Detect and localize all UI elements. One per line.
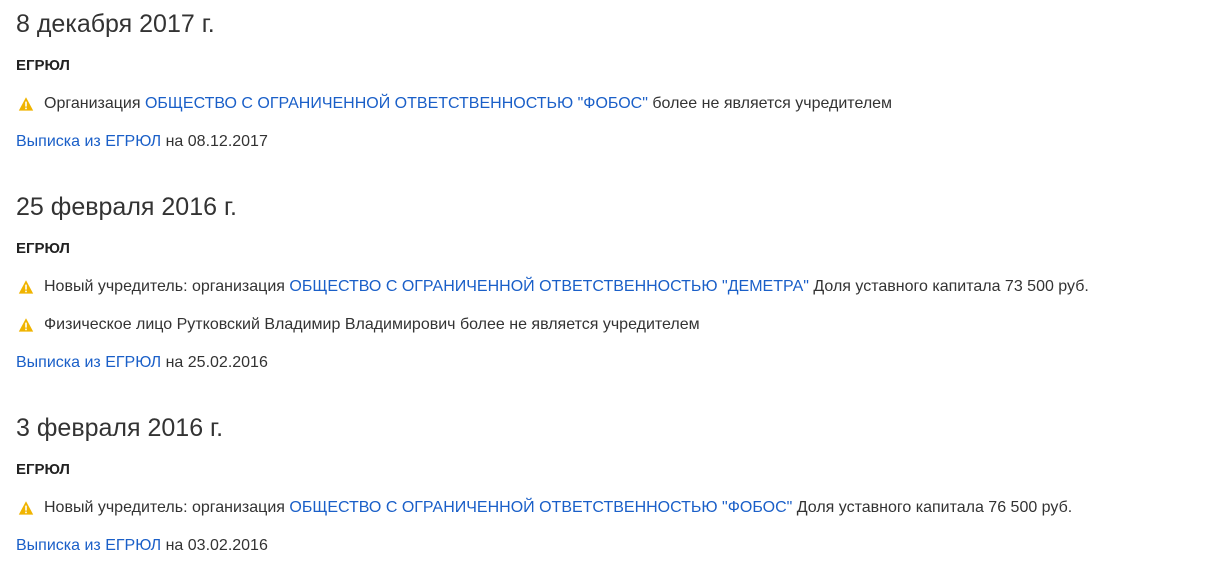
extract-line: Выписка из ЕГРЮЛ на 08.12.2017 [16,131,1206,153]
organization-link[interactable]: ОБЩЕСТВО С ОГРАНИЧЕННОЙ ОТВЕТСТВЕННОСТЬЮ… [289,497,792,519]
event-item: Физическое лицо Рутковский Владимир Влад… [16,314,1206,336]
extract-link[interactable]: Выписка из ЕГРЮЛ [16,354,161,371]
source-label: ЕГРЮЛ [16,240,70,257]
source-label: ЕГРЮЛ [16,57,70,74]
extract-line: Выписка из ЕГРЮЛ на 25.02.2016 [16,352,1206,374]
organization-link[interactable]: ОБЩЕСТВО С ОГРАНИЧЕННОЙ ОТВЕТСТВЕННОСТЬЮ… [289,276,809,298]
warning-icon [18,279,34,295]
event-suffix: более не является учредителем [652,95,893,112]
date-heading: 3 февраля 2016 г. [16,414,224,442]
organization-link[interactable]: ОБЩЕСТВО С ОГРАНИЧЕННОЙ ОТВЕТСТВЕННОСТЬЮ… [145,93,648,115]
extract-link[interactable]: Выписка из ЕГРЮЛ [16,133,161,150]
event-prefix: Новый учредитель: организация [44,499,285,516]
extract-date: на 25.02.2016 [165,354,268,371]
date-heading: 25 февраля 2016 г. [16,193,237,221]
event-feed: 8 декабря 2017 г. ЕГРЮЛ Организация ОБЩЕ… [0,0,1206,557]
warning-icon [18,500,34,516]
event-item: Новый учредитель: организация ОБЩЕСТВО С… [16,497,1206,519]
event-suffix: Доля уставного капитала 76 500 руб. [796,499,1073,516]
event-item: Новый учредитель: организация ОБЩЕСТВО С… [16,276,1206,298]
warning-icon [18,96,34,112]
event-text: Физическое лицо Рутковский Владимир Влад… [44,316,700,333]
source-label: ЕГРЮЛ [16,461,70,478]
event-item: Организация ОБЩЕСТВО С ОГРАНИЧЕННОЙ ОТВЕ… [16,93,1206,115]
extract-line: Выписка из ЕГРЮЛ на 03.02.2016 [16,535,1206,557]
extract-date: на 08.12.2017 [165,133,268,150]
date-heading: 8 декабря 2017 г. [16,10,215,38]
feed-section: 8 декабря 2017 г. ЕГРЮЛ Организация ОБЩЕ… [16,0,1206,153]
event-prefix: Организация [44,95,141,112]
event-prefix: Новый учредитель: организация [44,278,285,295]
extract-date: на 03.02.2016 [165,537,268,554]
event-suffix: Доля уставного капитала 73 500 руб. [813,278,1089,295]
feed-section: 3 февраля 2016 г. ЕГРЮЛ Новый учредитель… [16,404,1206,557]
extract-link[interactable]: Выписка из ЕГРЮЛ [16,537,161,554]
warning-icon [18,317,34,333]
feed-section: 25 февраля 2016 г. ЕГРЮЛ Новый учредител… [16,183,1206,374]
